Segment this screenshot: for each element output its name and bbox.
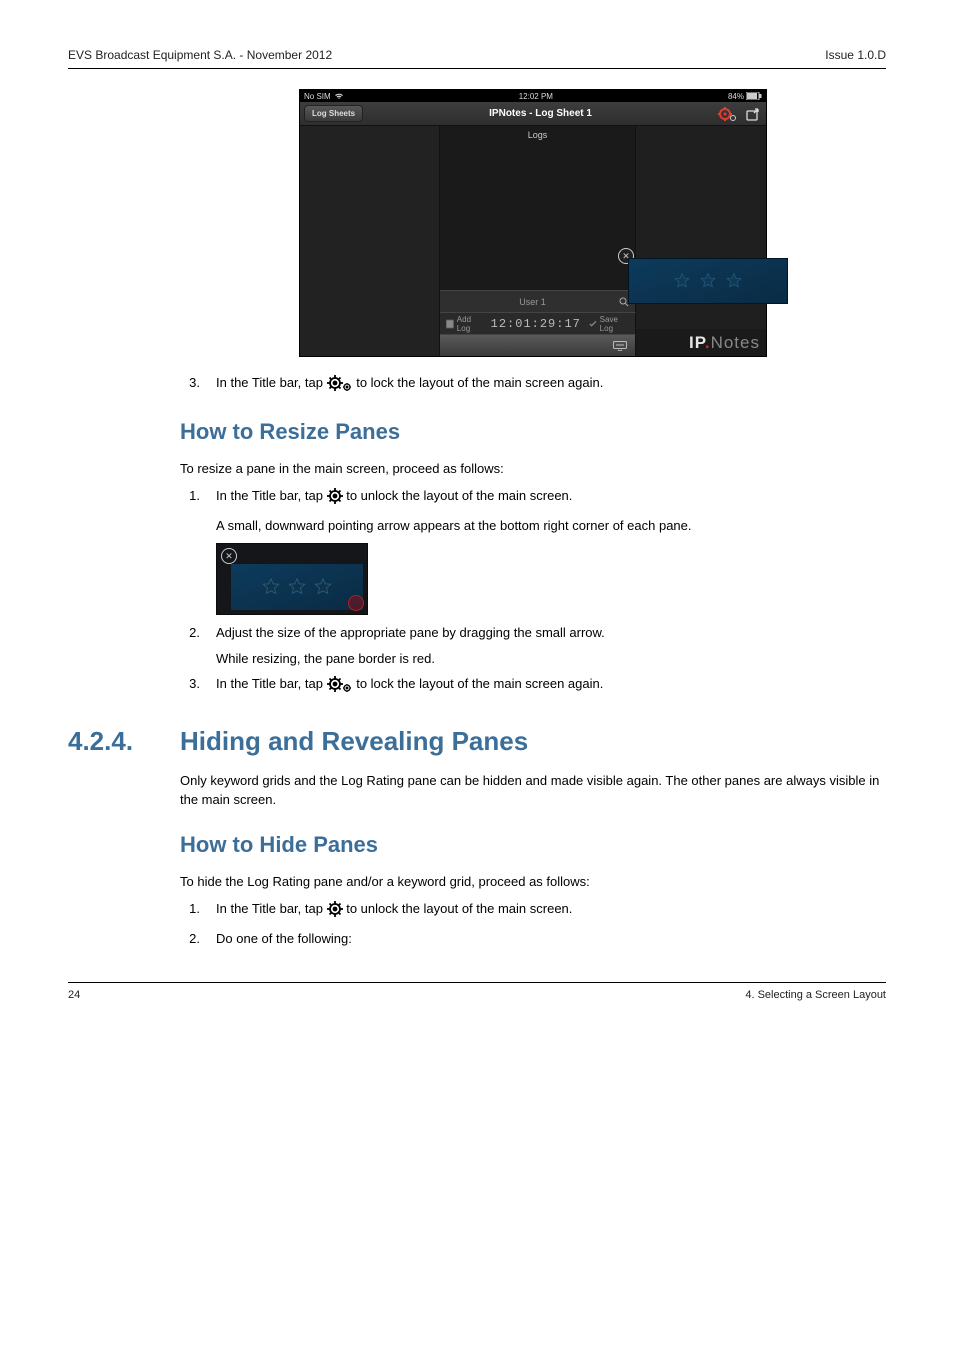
document-icon — [446, 319, 454, 329]
action-bar: Add Log 12:01:29:17 Save Log — [440, 312, 636, 334]
gear-button[interactable] — [718, 107, 738, 121]
battery-label: 84% — [728, 92, 744, 101]
star-icon — [261, 577, 281, 597]
carrier-label: No SIM — [304, 92, 331, 101]
step-number: 3. — [180, 373, 200, 397]
wifi-icon — [334, 92, 344, 100]
star-icon — [725, 272, 743, 290]
resize-handle[interactable] — [348, 595, 364, 611]
subsection-intro: To hide the Log Rating pane and/or a key… — [180, 872, 886, 892]
step-text: In the Title bar, tap to unlock the layo… — [216, 899, 886, 923]
header-left: EVS Broadcast Equipment S.A. - November … — [68, 48, 332, 62]
star-icon — [673, 272, 691, 290]
back-button[interactable]: Log Sheets — [304, 105, 363, 122]
heading-number: 4.2.4. — [68, 726, 150, 757]
save-log-label: Save Log — [600, 315, 629, 333]
step-number: 1. — [180, 899, 200, 923]
step-number: 1. — [180, 486, 200, 535]
left-pane — [300, 126, 440, 356]
star-icon — [287, 577, 307, 597]
section-intro: To resize a pane in the main screen, pro… — [180, 459, 886, 479]
app-screenshot: No SIM 12:02 PM 84% Log Sheets IPNotes -… — [299, 89, 767, 357]
step-text: In the Title bar, tap — [216, 373, 886, 397]
footer-section: 4. Selecting a Screen Layout — [745, 989, 886, 1001]
gear-lock-icon — [327, 676, 353, 692]
keyboard-icon[interactable] — [613, 341, 627, 351]
rating-pane[interactable] — [628, 258, 788, 304]
header-right: Issue 1.0.D — [825, 48, 886, 62]
subsection-title: How to Hide Panes — [180, 832, 886, 858]
save-log-button[interactable]: Save Log — [589, 315, 629, 333]
keyboard-row — [440, 334, 636, 356]
star-icon — [699, 272, 717, 290]
user-row[interactable]: User 1 — [440, 290, 635, 312]
timecode: 12:01:29:17 — [491, 317, 581, 331]
page-number: 24 — [68, 989, 80, 1001]
check-icon — [589, 319, 597, 328]
step-text: In the Title bar, tap — [216, 674, 886, 698]
user-label: User 1 — [519, 297, 546, 307]
step-number: 3. — [180, 674, 200, 698]
section-intro: Only keyword grids and the Log Rating pa… — [180, 771, 886, 810]
gear-icon — [327, 488, 343, 504]
status-time: 12:02 PM — [344, 92, 728, 101]
add-log-button[interactable]: Add Log — [446, 315, 483, 333]
section-title: How to Resize Panes — [180, 419, 886, 445]
step-text: Adjust the size of the appropriate pane … — [216, 623, 886, 668]
gear-lock-icon — [327, 375, 353, 391]
logs-pane: Logs User 1 — [440, 126, 636, 312]
step-number: 2. — [180, 929, 200, 949]
star-icon — [313, 577, 333, 597]
title-bar: Log Sheets IPNotes - Log Sheet 1 — [300, 102, 766, 126]
battery-icon — [746, 92, 762, 100]
rating-pane-example: ✕ — [216, 543, 368, 615]
heading-title: Hiding and Revealing Panes — [180, 726, 528, 757]
window-title: IPNotes - Log Sheet 1 — [363, 108, 718, 119]
step-text: In the Title bar, tap to unlock the layo… — [216, 486, 886, 535]
right-pane: ✕ — [636, 126, 766, 329]
gear-icon — [327, 901, 343, 917]
logs-header: Logs — [440, 126, 635, 144]
brand-label: IP.Notes — [636, 329, 766, 356]
step-number: 2. — [180, 623, 200, 668]
status-bar: No SIM 12:02 PM 84% — [300, 90, 766, 102]
share-button[interactable] — [746, 107, 762, 121]
add-log-label: Add Log — [457, 315, 483, 333]
step-text: Do one of the following: — [216, 929, 886, 949]
close-icon[interactable]: ✕ — [221, 548, 237, 564]
